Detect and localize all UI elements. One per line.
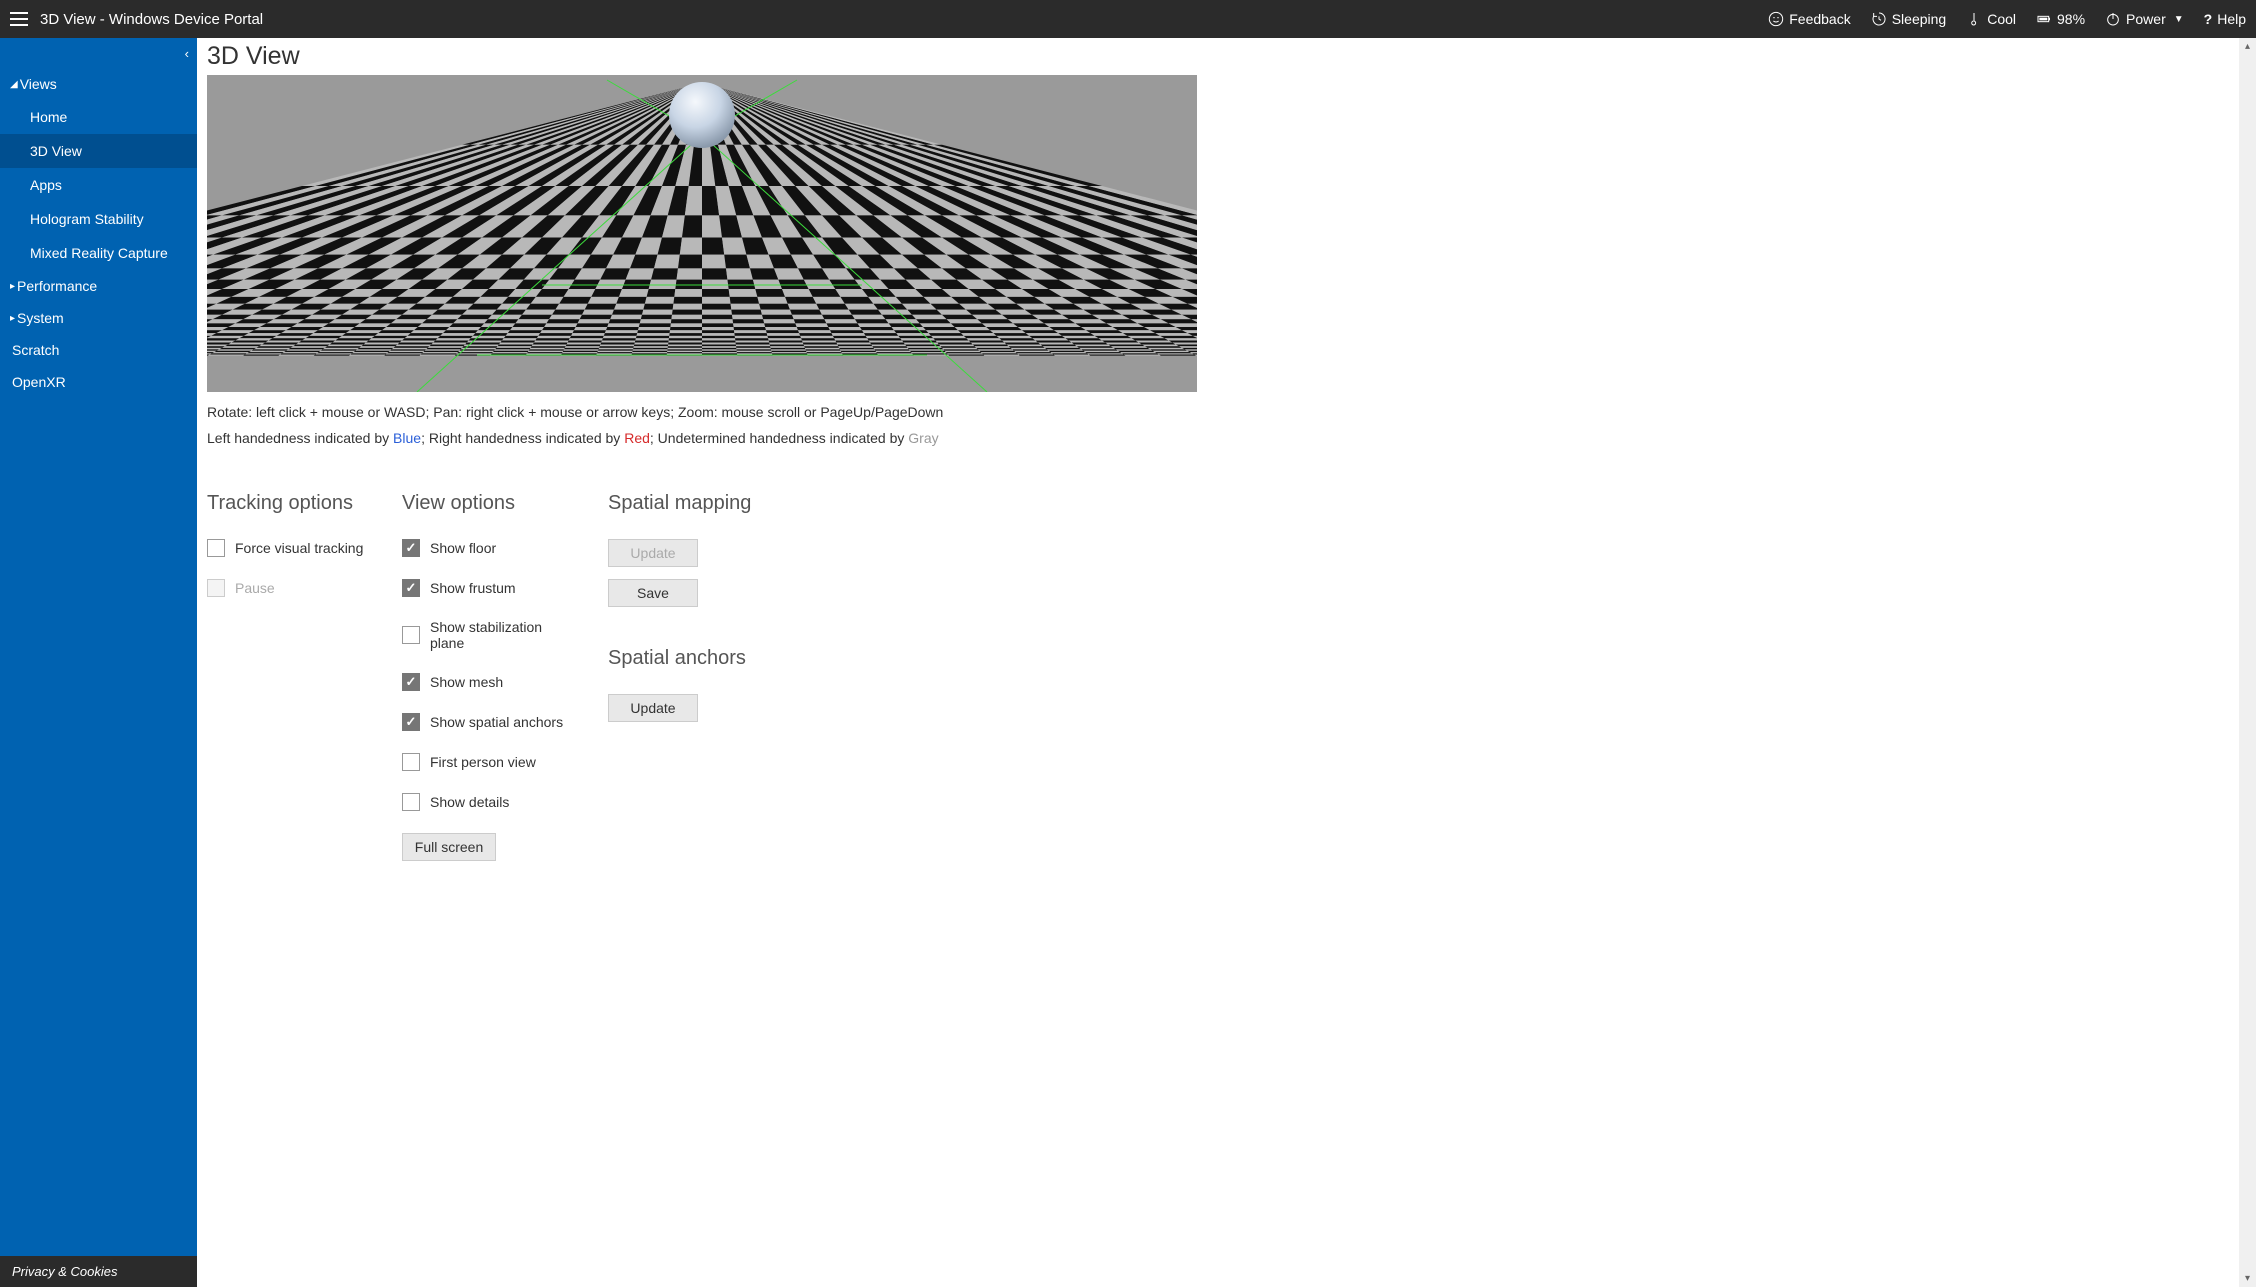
caret-down-icon: ◢ — [10, 79, 18, 90]
help-label: Help — [2217, 11, 2246, 27]
show-floor-checkbox[interactable]: Show floor — [402, 539, 578, 557]
history-icon — [1871, 11, 1887, 27]
sidebar-item-home[interactable]: Home — [0, 100, 197, 134]
scrollbar[interactable]: ▴ ▾ — [2239, 38, 2256, 1287]
nav-group-views[interactable]: ◢Views — [0, 68, 197, 100]
header-right: Feedback Sleeping Cool 98% Power ▼ ? Hel… — [1768, 11, 2246, 27]
checkbox-checked-icon — [402, 579, 420, 597]
tracking-heading: Tracking options — [207, 492, 372, 515]
body: ‹ ◢Views Home 3D View Apps Hologram Stab… — [0, 38, 2256, 1287]
handedness-hint: Left handedness indicated by Blue; Right… — [207, 430, 2246, 446]
pause-checkbox[interactable]: Pause — [207, 579, 372, 597]
nav-group-label: Performance — [17, 278, 97, 294]
show-stabilization-plane-checkbox[interactable]: Show stabilization plane — [402, 619, 578, 651]
menu-icon[interactable] — [10, 12, 28, 26]
caret-right-icon: ▸ — [10, 313, 15, 324]
view-heading: View options — [402, 492, 578, 515]
app-title: 3D View - Windows Device Portal — [40, 11, 263, 28]
spatial-anchors-update-button[interactable]: Update — [608, 694, 698, 722]
full-screen-button[interactable]: Full screen — [402, 833, 496, 861]
chevron-down-icon: ▼ — [2174, 14, 2184, 25]
help-text: Rotate: left click + mouse or WASD; Pan:… — [207, 404, 2246, 446]
feedback-label: Feedback — [1789, 11, 1850, 27]
page-title: 3D View — [207, 42, 2246, 71]
gray-label: Gray — [908, 430, 938, 446]
battery-status[interactable]: 98% — [2036, 11, 2085, 27]
checkbox-checked-icon — [402, 539, 420, 557]
show-mesh-checkbox[interactable]: Show mesh — [402, 673, 578, 691]
first-person-view-checkbox[interactable]: First person view — [402, 753, 578, 771]
nav-group-label: Views — [20, 76, 57, 92]
checkbox-icon — [207, 539, 225, 557]
spatial-anchors-heading: Spatial anchors — [608, 647, 808, 670]
smile-icon — [1768, 11, 1784, 27]
question-icon: ? — [2204, 11, 2213, 27]
view-options: View options Show floor Show frustum Sho… — [402, 492, 578, 873]
red-label: Red — [624, 430, 650, 446]
checkbox-icon — [402, 793, 420, 811]
main-content: 3D View — [197, 38, 2256, 1287]
scroll-up-icon[interactable]: ▴ — [2239, 38, 2256, 55]
sleep-status[interactable]: Sleeping — [1871, 11, 1947, 27]
3d-viewport[interactable] — [207, 75, 1197, 392]
nav-section: ◢Views Home 3D View Apps Hologram Stabil… — [0, 38, 197, 398]
sidebar-item-scratch[interactable]: Scratch — [0, 334, 197, 366]
show-frustum-checkbox[interactable]: Show frustum — [402, 579, 578, 597]
checkbox-icon — [207, 579, 225, 597]
nav-group-performance[interactable]: ▸Performance — [0, 270, 197, 302]
show-details-checkbox[interactable]: Show details — [402, 793, 578, 811]
spatial-mapping-heading: Spatial mapping — [608, 492, 808, 515]
privacy-cookies-link[interactable]: Privacy & Cookies — [0, 1256, 197, 1287]
scroll-down-icon[interactable]: ▾ — [2239, 1270, 2256, 1287]
help-button[interactable]: ? Help — [2204, 11, 2246, 27]
sidebar-item-apps[interactable]: Apps — [0, 168, 197, 202]
battery-label: 98% — [2057, 11, 2085, 27]
spatial-mapping-update-button[interactable]: Update — [608, 539, 698, 567]
spatial-column: Spatial mapping Update Save Spatial anch… — [608, 492, 808, 873]
sidebar: ‹ ◢Views Home 3D View Apps Hologram Stab… — [0, 38, 197, 1287]
header-left: 3D View - Windows Device Portal — [10, 11, 263, 28]
viewport-canvas — [207, 75, 1197, 392]
battery-icon — [2036, 11, 2052, 27]
power-label: Power — [2126, 11, 2166, 27]
sidebar-item-3dview[interactable]: 3D View — [0, 134, 197, 168]
temp-status[interactable]: Cool — [1966, 11, 2016, 27]
cool-label: Cool — [1987, 11, 2016, 27]
tracking-options: Tracking options Force visual tracking P… — [207, 492, 372, 873]
sidebar-item-mixed-reality-capture[interactable]: Mixed Reality Capture — [0, 236, 197, 270]
checkbox-icon — [402, 753, 420, 771]
checkbox-icon — [402, 626, 420, 644]
nav-group-system[interactable]: ▸System — [0, 302, 197, 334]
force-visual-tracking-checkbox[interactable]: Force visual tracking — [207, 539, 372, 557]
sleeping-label: Sleeping — [1892, 11, 1947, 27]
feedback-button[interactable]: Feedback — [1768, 11, 1850, 27]
collapse-sidebar-button[interactable]: ‹ — [185, 46, 189, 61]
show-spatial-anchors-checkbox[interactable]: Show spatial anchors — [402, 713, 578, 731]
nav-group-label: System — [17, 310, 64, 326]
checkbox-checked-icon — [402, 673, 420, 691]
sidebar-item-openxr[interactable]: OpenXR — [0, 366, 197, 398]
checkbox-checked-icon — [402, 713, 420, 731]
header-bar: 3D View - Windows Device Portal Feedback… — [0, 0, 2256, 38]
spatial-mapping-save-button[interactable]: Save — [608, 579, 698, 607]
sidebar-item-hologram-stability[interactable]: Hologram Stability — [0, 202, 197, 236]
blue-label: Blue — [393, 430, 421, 446]
power-button[interactable]: Power ▼ — [2105, 11, 2184, 27]
power-icon — [2105, 11, 2121, 27]
thermometer-icon — [1966, 11, 1982, 27]
options-row: Tracking options Force visual tracking P… — [207, 492, 2246, 873]
controls-hint: Rotate: left click + mouse or WASD; Pan:… — [207, 404, 2246, 420]
caret-right-icon: ▸ — [10, 281, 15, 292]
